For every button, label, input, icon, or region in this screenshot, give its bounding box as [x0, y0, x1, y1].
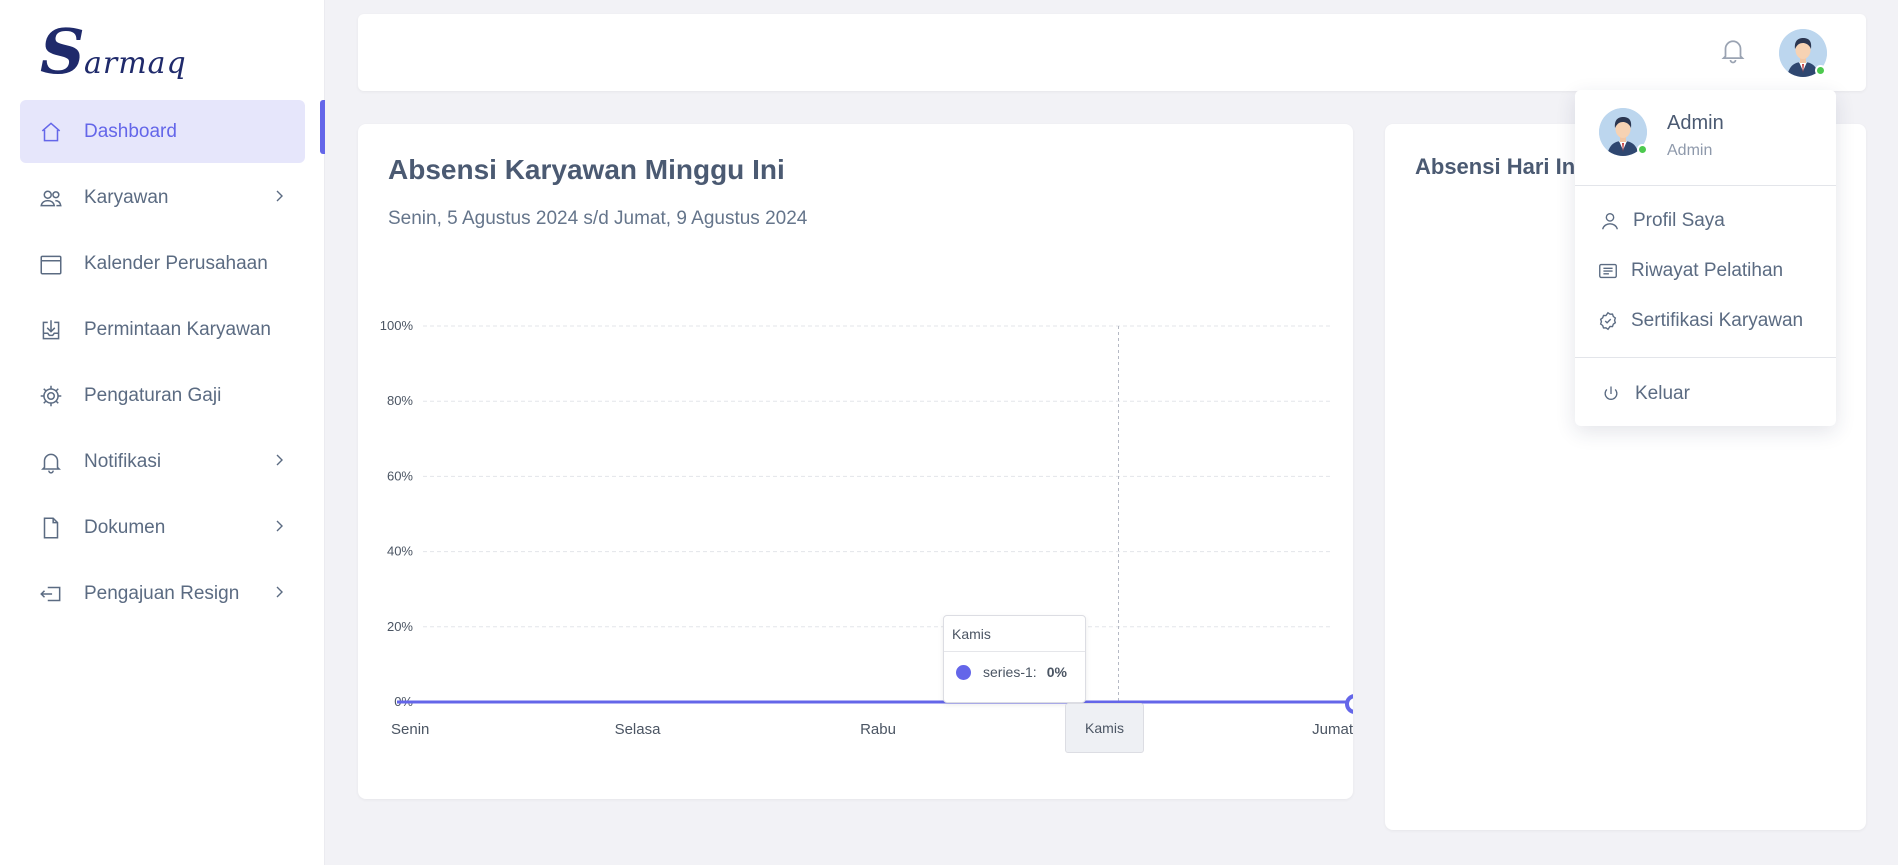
- user-icon: [1601, 212, 1619, 230]
- chevron-right-icon: [276, 520, 283, 532]
- x-tick-label: Rabu: [860, 721, 896, 738]
- x-tick-label: Selasa: [615, 721, 662, 738]
- y-tick-label: 80%: [387, 393, 413, 408]
- sidebar-item-label: Pengajuan Resign: [84, 582, 240, 604]
- gear-icon: [38, 383, 64, 409]
- users-icon: [38, 185, 64, 211]
- y-tick-label: 60%: [387, 468, 413, 483]
- menu-item-label: Sertifikasi Karyawan: [1631, 310, 1804, 331]
- logout-button[interactable]: Keluar: [1601, 383, 1690, 405]
- list-icon: [1599, 263, 1617, 279]
- chevron-right-icon: [276, 454, 283, 466]
- menu-item-certification[interactable]: Sertifikasi Karyawan: [1597, 310, 1803, 332]
- sidebar-nav: Dashboard Karyawan Kalender Perusahaan Perm…: [20, 100, 305, 628]
- y-tick-label: 40%: [387, 544, 413, 559]
- x-tick-label: Jumat: [1312, 721, 1353, 738]
- inbox-download-icon: [38, 317, 64, 343]
- sidebar-item-dokumen[interactable]: Dokumen: [20, 496, 305, 559]
- notification-bell-icon[interactable]: [1718, 34, 1748, 66]
- sidebar: S armaq Dashboard Karyawan Kalender Perusa…: [0, 0, 325, 865]
- logo[interactable]: S armaq: [40, 15, 200, 88]
- x-axis-tooltip: Kamis: [1065, 703, 1144, 753]
- sidebar-item-kalender-perusahaan[interactable]: Kalender Perusahaan: [20, 232, 305, 295]
- y-tick-label: 100%: [380, 318, 414, 333]
- x-tick-label: Senin: [391, 721, 429, 738]
- sidebar-item-dashboard[interactable]: Dashboard: [20, 100, 305, 163]
- logout-label: Keluar: [1635, 383, 1690, 404]
- badge-check-icon: [1599, 311, 1617, 331]
- online-status-dot: [1637, 144, 1648, 155]
- document-icon: [38, 515, 64, 541]
- user-name: Admin: [1667, 112, 1724, 134]
- topbar: [358, 14, 1866, 91]
- tooltip-title: Kamis: [944, 616, 1085, 652]
- sidebar-item-label: Dokumen: [84, 516, 166, 538]
- active-indicator: [320, 100, 325, 154]
- divider: [1575, 357, 1836, 358]
- sidebar-item-notifikasi[interactable]: Notifikasi: [20, 430, 305, 493]
- tooltip-row: series-1: 0%: [944, 652, 1085, 680]
- chevron-right-icon: [276, 586, 283, 598]
- card-title: Absensi Hari Ini: [1415, 154, 1582, 179]
- logo-initial: S: [40, 15, 85, 88]
- sidebar-item-karyawan[interactable]: Karyawan: [20, 166, 305, 229]
- user-menu-dropdown: Admin Admin Profil Saya Riwayat Pelatiha…: [1575, 90, 1836, 426]
- menu-item-training-history[interactable]: Riwayat Pelatihan: [1597, 260, 1783, 282]
- data-point: [1345, 694, 1353, 714]
- sidebar-item-label: Karyawan: [84, 186, 169, 208]
- home-icon: [38, 119, 64, 145]
- exit-icon: [38, 581, 64, 607]
- menu-item-label: Profil Saya: [1633, 210, 1725, 231]
- sidebar-item-label: Notifikasi: [84, 450, 162, 472]
- power-icon: [1604, 386, 1618, 400]
- bell-icon: [38, 449, 64, 475]
- divider: [1575, 185, 1836, 186]
- sidebar-item-label: Permintaan Karyawan: [84, 318, 271, 340]
- sidebar-item-pengajuan-resign[interactable]: Pengajuan Resign: [20, 562, 305, 625]
- tooltip-series-label: series-1:: [983, 664, 1037, 680]
- sidebar-item-pengaturan-gaji[interactable]: Pengaturan Gaji: [20, 364, 305, 427]
- calendar-icon: [38, 251, 64, 277]
- user-role: Admin: [1667, 142, 1713, 159]
- chevron-right-icon: [276, 190, 283, 202]
- menu-item-profile[interactable]: Profil Saya: [1599, 210, 1725, 232]
- sidebar-item-label: Dashboard: [84, 120, 177, 142]
- tooltip-series-dot: [956, 664, 971, 680]
- y-tick-label: 20%: [387, 619, 413, 634]
- menu-item-label: Riwayat Pelatihan: [1631, 260, 1784, 281]
- sidebar-item-label: Kalender Perusahaan: [84, 252, 268, 274]
- logo-text: armaq: [84, 46, 187, 81]
- sidebar-item-label: Pengaturan Gaji: [84, 384, 222, 406]
- online-status-dot: [1815, 65, 1826, 76]
- attendance-chart[interactable]: 0% 20% 40% 60% 80% 100% Senin Selasa Rabu Jumat: [358, 124, 1353, 799]
- tooltip-value: 0%: [1046, 664, 1067, 680]
- chart-tooltip: Kamis series-1: 0%: [943, 615, 1086, 703]
- sidebar-item-permintaan-karyawan[interactable]: Permintaan Karyawan: [20, 298, 305, 361]
